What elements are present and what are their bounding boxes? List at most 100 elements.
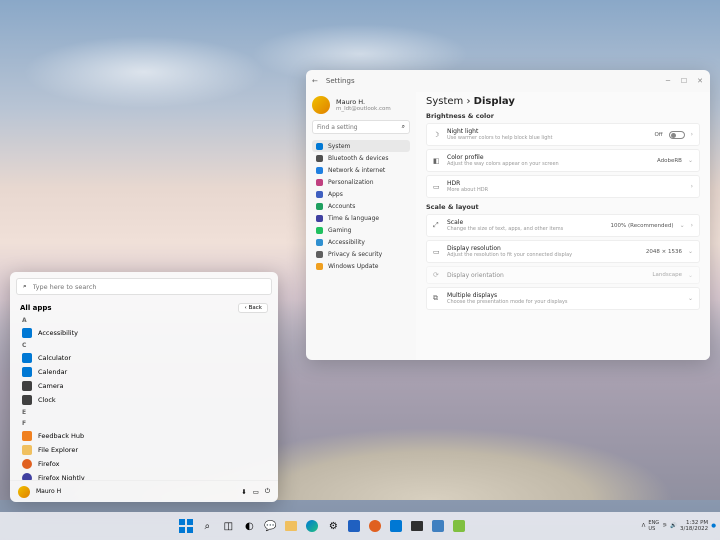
app-list[interactable]: A Accessibility C Calculator Calendar Ca… (10, 315, 278, 480)
app-calculator[interactable]: Calculator (18, 351, 270, 365)
maximize-button[interactable]: ☐ (680, 77, 688, 85)
nav-icon (316, 179, 323, 186)
edge-button[interactable] (303, 517, 321, 535)
letter-header-e[interactable]: E (18, 407, 270, 418)
chevron-right-icon: › (691, 131, 693, 138)
scale-row[interactable]: ⤢ ScaleChange the size of text, apps, an… (426, 214, 700, 237)
resolution-icon: ▭ (433, 248, 441, 256)
word-button[interactable] (345, 517, 363, 535)
back-arrow-icon[interactable]: ← (312, 77, 318, 85)
close-button[interactable]: ✕ (696, 77, 704, 85)
notifications-icon[interactable]: ● (711, 523, 716, 529)
user-email: m_ldt@outlook.com (336, 106, 391, 112)
nav-icon (316, 203, 323, 210)
nav-item-accessibility[interactable]: Accessibility (312, 236, 410, 248)
start-search-input[interactable] (33, 283, 265, 291)
downloads-icon[interactable]: ⬇ (241, 488, 246, 496)
app-firefox[interactable]: Firefox (18, 457, 270, 471)
color-profile-row[interactable]: ◧ Color profileAdjust the way colors app… (426, 149, 700, 172)
app-firefox-nightly[interactable]: Firefox Nightly (18, 471, 270, 480)
power-icon[interactable]: ⏻ (265, 487, 270, 496)
nav-item-windows-update[interactable]: Windows Update (312, 260, 410, 272)
app-file-explorer[interactable]: File Explorer (18, 443, 270, 457)
task-view-button[interactable]: ◫ (219, 517, 237, 535)
search-icon: ⌕ (23, 282, 27, 291)
nav-item-system[interactable]: System (312, 140, 410, 152)
breadcrumb-current: Display (474, 96, 515, 107)
terminal-button[interactable] (408, 517, 426, 535)
settings-search[interactable]: ⌕ (312, 120, 410, 134)
resolution-row[interactable]: ▭ Display resolutionAdjust the resolutio… (426, 240, 700, 263)
scale-icon: ⤢ (433, 221, 441, 230)
vscode-button[interactable] (387, 517, 405, 535)
night-light-icon: ☽ (433, 131, 441, 139)
language-indicator[interactable]: ENGUS (648, 520, 659, 532)
hdr-icon: ▭ (433, 183, 441, 191)
app-button-2[interactable] (450, 517, 468, 535)
settings-titlebar: ← Settings ─ ☐ ✕ (306, 70, 710, 92)
app-clock[interactable]: Clock (18, 393, 270, 407)
chevron-down-icon: ⌄ (688, 295, 693, 302)
nav-item-bluetooth-devices[interactable]: Bluetooth & devices (312, 152, 410, 164)
nav-item-personalization[interactable]: Personalization (312, 176, 410, 188)
letter-header-a[interactable]: A (18, 315, 270, 326)
nav-item-accounts[interactable]: Accounts (312, 200, 410, 212)
nav-item-time-language[interactable]: Time & language (312, 212, 410, 224)
settings-search-input[interactable] (317, 124, 397, 131)
avatar-icon (312, 96, 330, 114)
settings-button[interactable]: ⚙ (324, 517, 342, 535)
settings-main: System › Display Brightness & color ☽ Ni… (416, 92, 710, 360)
firefox-button[interactable] (366, 517, 384, 535)
letter-header-c[interactable]: C (18, 340, 270, 351)
hdr-row[interactable]: ▭ HDRMore about HDR › (426, 175, 700, 198)
chevron-down-icon: ⌄ (688, 157, 693, 164)
multiple-displays-row[interactable]: ⧉ Multiple displaysChoose the presentati… (426, 287, 700, 310)
chat-button[interactable]: 💬 (261, 517, 279, 535)
chevron-down-icon: ⌄ (688, 248, 693, 255)
calendar-icon (22, 367, 32, 377)
tray-chevron-icon[interactable]: ᐱ (642, 523, 646, 529)
start-menu: ⌕ All apps ‹ Back A Accessibility C Calc… (10, 272, 278, 502)
widgets-button[interactable]: ◐ (240, 517, 258, 535)
app-feedback-hub[interactable]: Feedback Hub (18, 429, 270, 443)
start-search[interactable]: ⌕ (16, 278, 272, 295)
nav-icon (316, 227, 323, 234)
section-scale: Scale & layout (426, 203, 700, 211)
nav-icon (316, 191, 323, 198)
nav-item-network-internet[interactable]: Network & internet (312, 164, 410, 176)
night-light-row[interactable]: ☽ Night lightUse warmer colors to help b… (426, 123, 700, 146)
system-tray[interactable]: ᐱ ENGUS ⚞ 🔊 1:32 PM 3/18/2022 ● (642, 520, 716, 532)
footer-user-name[interactable]: Mauro H (36, 488, 235, 495)
user-profile[interactable]: Mauro H. m_ldt@outlook.com (312, 96, 410, 114)
nav-item-privacy-security[interactable]: Privacy & security (312, 248, 410, 260)
documents-icon[interactable]: ▭ (253, 488, 259, 496)
taskbar-clock[interactable]: 1:32 PM 3/18/2022 (680, 520, 708, 532)
breadcrumb-parent[interactable]: System (426, 96, 463, 107)
letter-header-f[interactable]: F (18, 418, 270, 429)
nav-item-apps[interactable]: Apps (312, 188, 410, 200)
night-light-toggle[interactable] (669, 131, 685, 139)
search-button[interactable]: ⌕ (198, 517, 216, 535)
start-button[interactable] (177, 517, 195, 535)
firefox-icon (22, 459, 32, 469)
color-profile-icon: ◧ (433, 157, 441, 165)
avatar-icon[interactable] (18, 486, 30, 498)
app-calendar[interactable]: Calendar (18, 365, 270, 379)
minimize-button[interactable]: ─ (664, 77, 672, 85)
taskbar: ⌕ ◫ ◐ 💬 ⚙ ᐱ ENGUS ⚞ 🔊 1:32 PM 3/18/2022 … (0, 512, 720, 540)
wifi-icon[interactable]: ⚞ (662, 523, 667, 529)
feedback-hub-icon (22, 431, 32, 441)
back-button[interactable]: ‹ Back (238, 303, 268, 313)
app-camera[interactable]: Camera (18, 379, 270, 393)
app-button[interactable] (429, 517, 447, 535)
all-apps-header: All apps (20, 304, 52, 312)
volume-icon[interactable]: 🔊 (670, 523, 677, 529)
user-name: Mauro H. (336, 98, 391, 106)
nav-icon (316, 239, 323, 246)
settings-window: ← Settings ─ ☐ ✕ Mauro H. m_ldt@outlook.… (306, 70, 710, 360)
file-explorer-button[interactable] (282, 517, 300, 535)
app-accessibility[interactable]: Accessibility (18, 326, 270, 340)
section-brightness: Brightness & color (426, 112, 700, 120)
chevron-right-icon: › (691, 222, 693, 229)
nav-item-gaming[interactable]: Gaming (312, 224, 410, 236)
